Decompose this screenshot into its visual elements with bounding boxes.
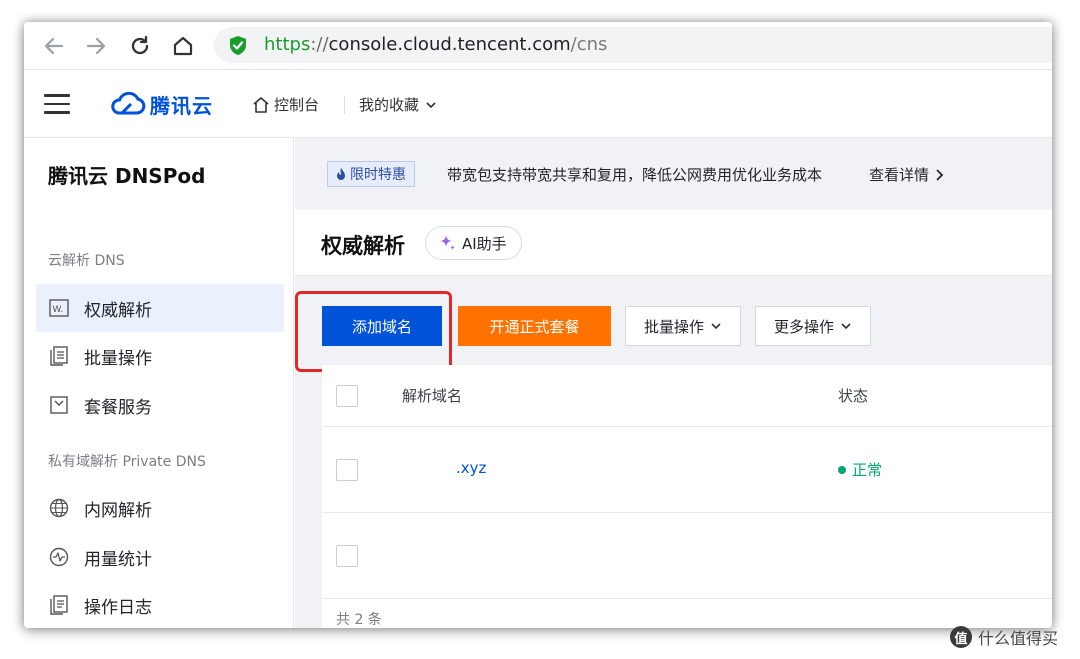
promo-details-link[interactable]: 查看详情 — [869, 164, 944, 185]
browser-toolbar: https://console.cloud.tencent.com/cns — [24, 22, 1052, 70]
back-arrow-icon[interactable] — [42, 34, 66, 58]
watermark: 值 什么值得买 — [950, 626, 1058, 648]
browser-window: https://console.cloud.tencent.com/cns 腾讯… — [24, 22, 1052, 628]
tencent-cloud-logo[interactable]: 腾讯云 — [110, 90, 213, 118]
sidebar-item-batch[interactable]: 批量操作 — [36, 332, 284, 380]
sidebar-item-intranet[interactable]: 内网解析 — [36, 484, 284, 532]
menu-icon[interactable] — [44, 94, 70, 114]
sparkle-icon — [440, 235, 455, 250]
flame-icon — [337, 168, 345, 180]
package-icon — [48, 394, 70, 416]
chevron-down-icon — [711, 323, 721, 330]
secure-shield-icon — [228, 35, 248, 60]
group-title-dns: 云解析 DNS — [48, 253, 125, 269]
select-all-checkbox[interactable] — [336, 385, 358, 407]
chevron-down-icon — [426, 101, 436, 108]
promo-text: 带宽包支持带宽共享和复用，降低公网费用优化业务成本 — [447, 166, 823, 184]
cloud-logo-icon — [111, 92, 146, 115]
address-bar[interactable]: https://console.cloud.tencent.com/cns — [214, 27, 1052, 63]
batch-doc-icon — [48, 345, 70, 367]
status-badge: 正常 — [838, 459, 882, 480]
watermark-logo-icon: 值 — [950, 626, 972, 648]
row-checkbox[interactable] — [336, 459, 358, 481]
domain-link[interactable]: .xyz — [456, 459, 486, 477]
pulse-icon — [48, 546, 70, 568]
sidebar: 腾讯云 DNSPod 云解析 DNS W. 权威解析 批量操作 套餐服务 私有域… — [24, 138, 294, 628]
url-text: https://console.cloud.tencent.com/cns — [264, 34, 608, 55]
group-title-private-dns: 私有域解析 Private DNS — [48, 454, 206, 470]
action-toolbar: 添加域名 开通正式套餐 批量操作 更多操作 — [295, 277, 1052, 372]
home-icon[interactable] — [171, 34, 195, 58]
status-dot-icon — [838, 465, 846, 474]
header-divider — [344, 96, 345, 114]
main-content: 限时特惠 带宽包支持带宽共享和复用，降低公网费用优化业务成本 查看详情 权威解析… — [295, 138, 1052, 628]
promo-banner: 限时特惠 带宽包支持带宽共享和复用，降低公网费用优化业务成本 查看详情 — [295, 138, 1052, 210]
forward-arrow-icon[interactable] — [84, 34, 108, 58]
open-package-button[interactable]: 开通正式套餐 — [458, 306, 611, 346]
table-row — [322, 513, 1052, 599]
column-header-status: 状态 — [838, 387, 869, 405]
app-header: 腾讯云 控制台 我的收藏 — [24, 70, 1052, 138]
column-header-domain: 解析域名 — [402, 387, 463, 405]
row-checkbox[interactable] — [336, 545, 358, 567]
sidebar-item-logs[interactable]: 操作日志 — [36, 581, 284, 628]
more-ops-dropdown[interactable]: 更多操作 — [755, 306, 871, 346]
total-count: 共 2 条 — [336, 612, 382, 628]
ai-assistant-button[interactable]: AI助手 — [425, 226, 522, 260]
sidebar-title: 腾讯云 DNSPod — [48, 164, 206, 188]
svg-text:W.: W. — [53, 305, 64, 315]
reload-icon[interactable] — [128, 34, 152, 58]
domain-table: 解析域名 状态 .xyz 正常 共 2 条 — [322, 365, 1052, 628]
console-link[interactable]: 控制台 — [252, 94, 319, 115]
batch-ops-dropdown[interactable]: 批量操作 — [625, 306, 741, 346]
brand-name: 腾讯云 — [150, 93, 213, 118]
highlight-annotation-box — [295, 291, 452, 372]
page-title: 权威解析 — [321, 234, 405, 258]
chevron-right-icon — [936, 168, 944, 181]
page-header: 权威解析 AI助手 — [295, 210, 1052, 276]
table-row: .xyz 正常 — [322, 427, 1052, 513]
chevron-down-icon — [841, 323, 851, 330]
log-doc-icon — [48, 594, 70, 616]
sidebar-item-usage[interactable]: 用量统计 — [36, 533, 284, 581]
table-header-row: 解析域名 状态 — [322, 365, 1052, 427]
globe-icon — [48, 497, 70, 519]
sidebar-item-authoritative[interactable]: W. 权威解析 — [36, 284, 284, 332]
home-outline-icon — [253, 96, 269, 113]
sidebar-item-package[interactable]: 套餐服务 — [36, 381, 284, 429]
favorites-dropdown[interactable]: 我的收藏 — [359, 94, 437, 115]
promo-tag: 限时特惠 — [327, 161, 415, 187]
www-icon: W. — [48, 297, 70, 319]
